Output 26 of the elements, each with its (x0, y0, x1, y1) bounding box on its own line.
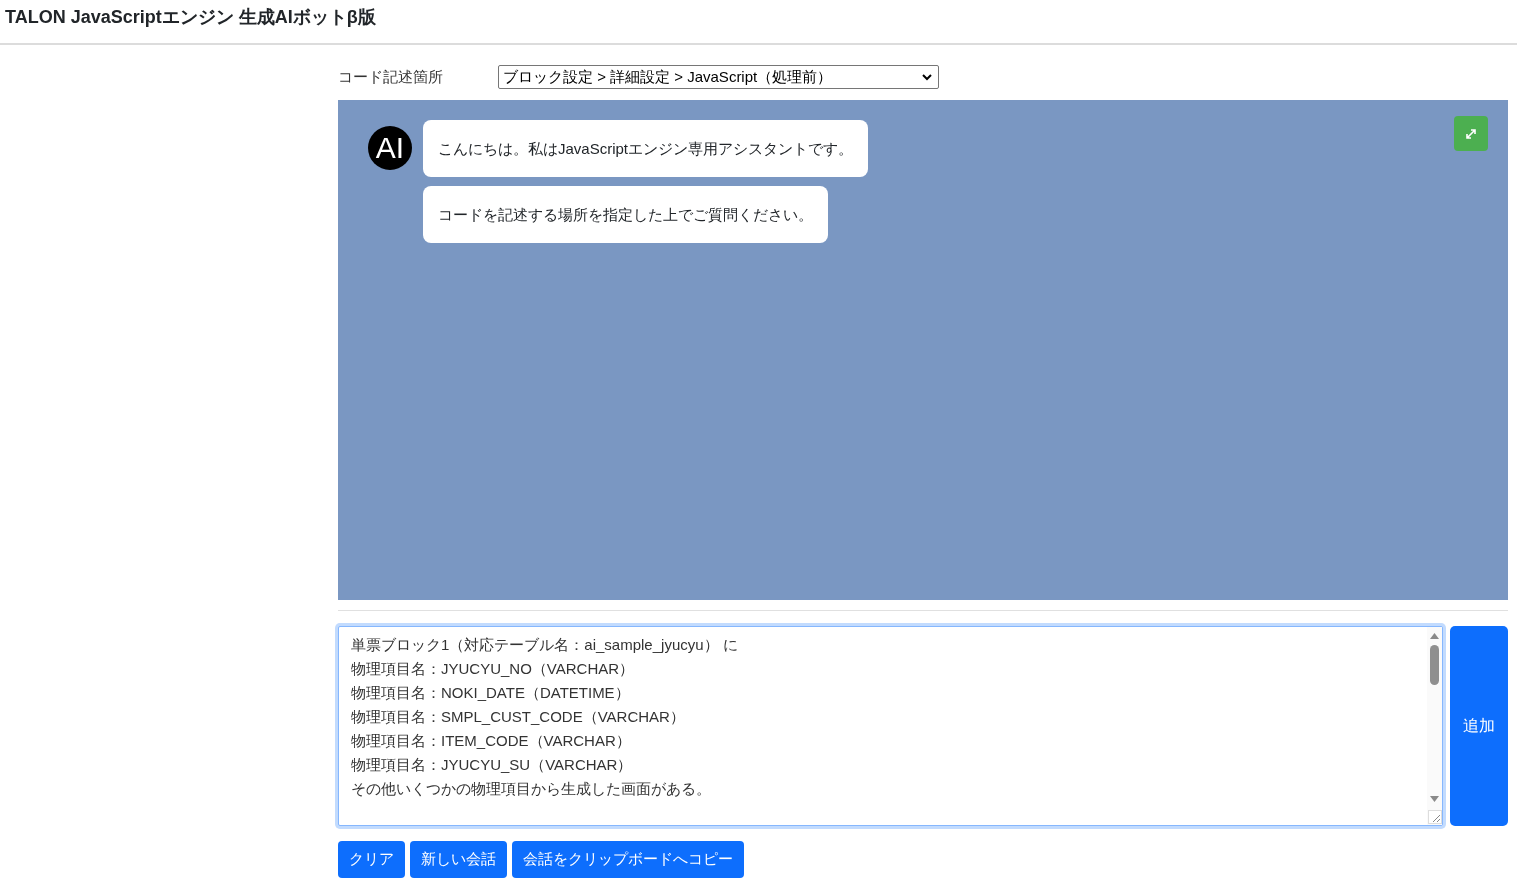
page-title: TALON JavaScriptエンジン 生成AIボットβ版 (5, 7, 376, 26)
action-button[interactable]: クリア (338, 841, 405, 878)
message-bubble: コードを記述する場所を指定した上でご質問ください。 (423, 186, 828, 243)
resize-handle-icon[interactable] (1427, 810, 1442, 824)
add-button[interactable]: 追加 (1450, 626, 1508, 826)
scrollbar-track[interactable] (1427, 627, 1442, 825)
location-select[interactable]: ブロック設定 > 詳細設定 > JavaScript（処理前） (498, 65, 939, 89)
scroll-down-arrow-icon[interactable] (1430, 796, 1439, 802)
action-button[interactable]: 会話をクリップボードへコピー (512, 841, 744, 878)
input-text-line: 物理項目名：ITEM_CODE（VARCHAR） (351, 731, 631, 751)
expand-button[interactable] (1454, 116, 1488, 151)
scrollbar-thumb[interactable] (1430, 645, 1439, 685)
input-text-line: その他いくつかの物理項目から生成した画面がある。 (351, 779, 711, 799)
location-label: コード記述箇所 (338, 66, 444, 87)
diagonal-arrow-icon (1466, 128, 1476, 139)
scroll-up-arrow-icon[interactable] (1430, 633, 1439, 639)
message-input[interactable]: 単票ブロック1（対応テーブル名：ai_sample_jyucyu） に 物理項目名：JYUCYU_NO（VARCHAR） 物理項目名：NOKI_DATE（DATETIME） 物理項目名：SMPL_CUST_CODE（VARCHAR） 物理項目名：ITEM_CODE（VARCHAR） 物理項目名：JYUCYU_SU（VARCHAR） その他いくつかの物理項目から生成した画面がある。 (338, 626, 1443, 826)
input-text-line: 物理項目名：SMPL_CUST_CODE（VARCHAR） (351, 707, 685, 727)
message-bubble: こんにちは。私はJavaScriptエンジン専用アシスタントです。 (423, 120, 869, 177)
input-text-line: 単票ブロック1（対応テーブル名：ai_sample_jyucyu） に (351, 635, 738, 655)
input-text-line: 物理項目名：NOKI_DATE（DATETIME） (351, 683, 630, 703)
chevron-down-icon (922, 73, 932, 81)
avatar: AI (368, 126, 412, 170)
input-text-line: 物理項目名：JYUCYU_NO（VARCHAR） (351, 659, 635, 679)
input-text-line: 物理項目名：JYUCYU_SU（VARCHAR） (351, 755, 633, 775)
action-button[interactable]: 新しい会話 (410, 841, 507, 878)
